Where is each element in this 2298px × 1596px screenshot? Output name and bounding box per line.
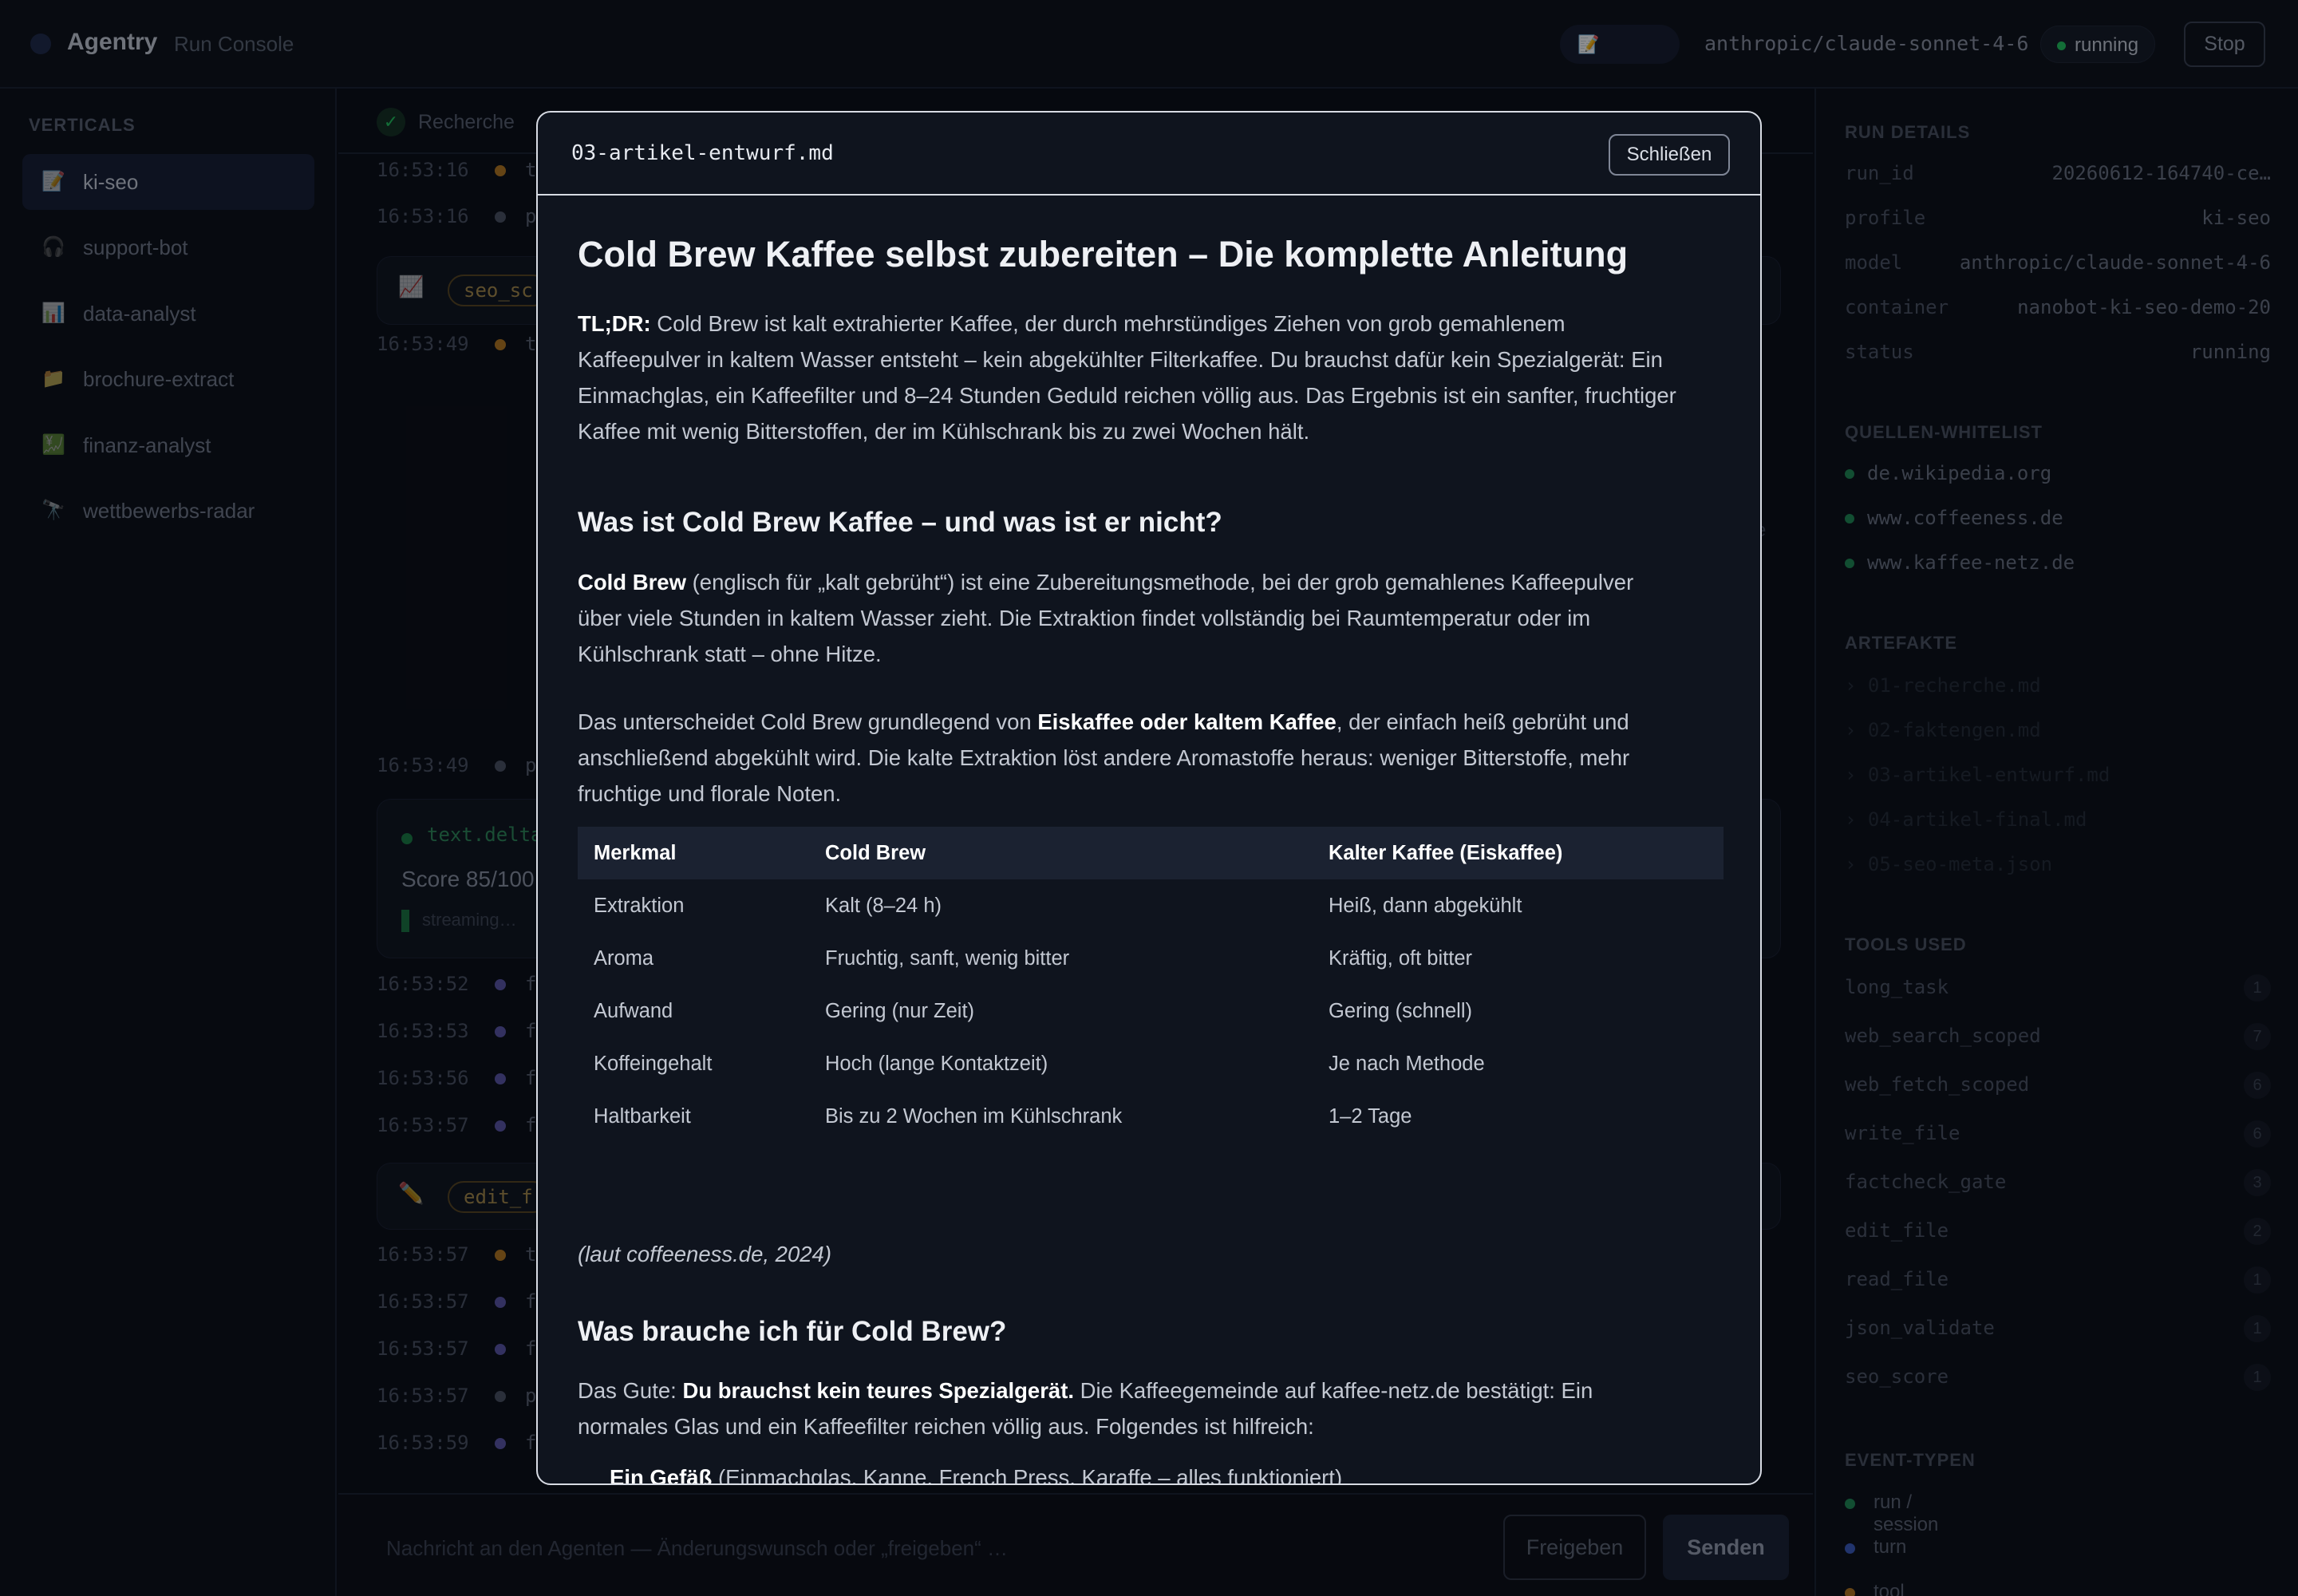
list-item: Ein Gefäß (Einmachglas, Kanne, French Pr… <box>610 1465 1343 1485</box>
article-title: Cold Brew Kaffee selbst zubereiten – Die… <box>578 234 1629 275</box>
modal-content[interactable]: Cold Brew Kaffee selbst zubereiten – Die… <box>538 197 1760 1485</box>
column-header: Cold Brew <box>809 827 1313 879</box>
paragraph: Cold Brew (englisch für „kalt gebrüht“) … <box>578 570 1634 666</box>
table-cell: Aroma <box>594 946 654 970</box>
table-cell: Je nach Methode <box>1329 1052 1485 1075</box>
table-cell: Extraktion <box>594 894 685 917</box>
table-cell: Heiß, dann abgekühlt <box>1329 894 1522 917</box>
column-header: Kalter Kaffee (Eiskaffee) <box>1313 827 1724 879</box>
table-row: Aroma Fruchtig, sanft, wenig bitter Kräf… <box>578 932 1724 985</box>
paragraph: Das unterscheidet Cold Brew grundlegend … <box>578 709 1630 806</box>
table-cell: Aufwand <box>594 999 673 1022</box>
table-cell: Hoch (lange Kontaktzeit) <box>825 1052 1048 1075</box>
table-cell: 1–2 Tage <box>1329 1104 1412 1128</box>
table-cell: Gering (nur Zeit) <box>825 999 975 1022</box>
section-heading: Was ist Cold Brew Kaffee – und was ist e… <box>578 507 1222 538</box>
tldr-paragraph: TL;DR: Cold Brew ist kalt extrahierter K… <box>578 311 1676 444</box>
close-button[interactable]: Schließen <box>1609 134 1730 176</box>
table-cell: Fruchtig, sanft, wenig bitter <box>825 946 1070 970</box>
column-header: Merkmal <box>578 827 809 879</box>
tldr-label: TL;DR: <box>578 311 651 336</box>
table-header-row: Merkmal Cold Brew Kalter Kaffee (Eiskaff… <box>578 827 1724 879</box>
comparison-table: Merkmal Cold Brew Kalter Kaffee (Eiskaff… <box>578 827 1724 1143</box>
table-row: Aufwand Gering (nur Zeit) Gering (schnel… <box>578 985 1724 1037</box>
paragraph: Das Gute: Du brauchst kein teures Spezia… <box>578 1378 1593 1439</box>
table-cell: Kräftig, oft bitter <box>1329 946 1472 970</box>
table-row: Haltbarkeit Bis zu 2 Wochen im Kühlschra… <box>578 1090 1724 1143</box>
citation: (laut coffeeness.de, 2024) <box>578 1242 831 1266</box>
section-heading: Was brauche ich für Cold Brew? <box>578 1316 1007 1347</box>
table-cell: Haltbarkeit <box>594 1104 691 1128</box>
table-cell: Bis zu 2 Wochen im Kühlschrank <box>825 1104 1123 1128</box>
table-row: Extraktion Kalt (8–24 h) Heiß, dann abge… <box>578 879 1724 932</box>
artifact-preview-modal: 03-artikel-entwurf.md Schließen Cold Bre… <box>536 111 1762 1485</box>
modal-header: 03-artikel-entwurf.md Schließen <box>538 113 1760 196</box>
equipment-list: Ein Gefäß (Einmachglas, Kanne, French Pr… <box>610 1458 1343 1485</box>
modal-filename: 03-artikel-entwurf.md <box>571 141 834 165</box>
table-cell: Gering (schnell) <box>1329 999 1472 1022</box>
table-cell: Kalt (8–24 h) <box>825 894 942 917</box>
table-row: Koffeingehalt Hoch (lange Kontaktzeit) J… <box>578 1037 1724 1090</box>
table-cell: Koffeingehalt <box>594 1052 713 1075</box>
